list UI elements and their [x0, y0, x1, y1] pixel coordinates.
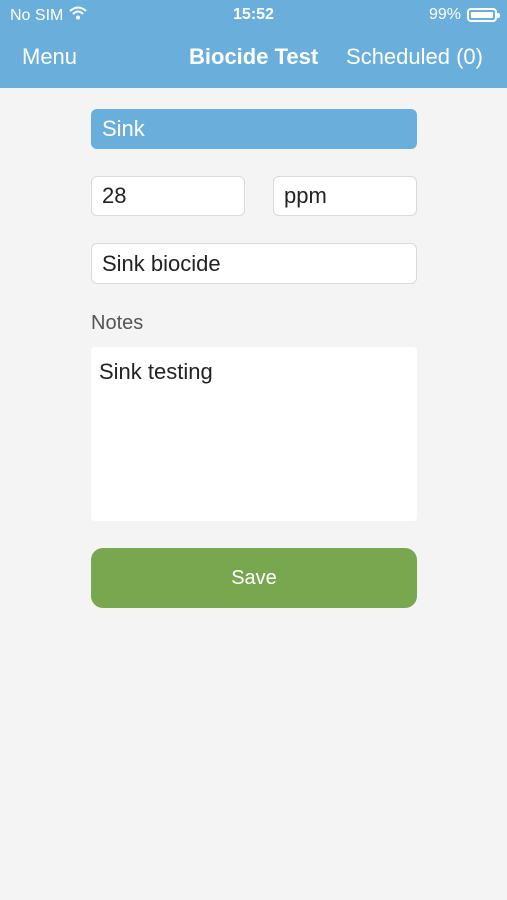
unit-value: ppm: [284, 183, 327, 208]
value-input[interactable]: 28: [91, 176, 245, 216]
notes-text: Sink testing: [99, 359, 213, 384]
status-bar: No SIM 15:52 99%: [0, 0, 507, 30]
location-select[interactable]: Sink: [91, 109, 417, 149]
notes-textarea[interactable]: Sink testing: [91, 347, 417, 521]
save-button[interactable]: Save: [91, 548, 417, 608]
menu-button[interactable]: Menu: [22, 44, 77, 70]
navigation-bar: Menu Biocide Test Scheduled (0): [0, 40, 507, 76]
top-bar: No SIM 15:52 99% Menu Biocide Test Sched…: [0, 0, 507, 88]
notes-label: Notes: [91, 312, 144, 334]
product-text: Sink biocide: [102, 250, 221, 276]
save-label: Save: [231, 566, 277, 589]
battery-status: 99%: [428, 6, 500, 24]
product-input[interactable]: Sink biocide: [91, 243, 417, 284]
battery-icon: [467, 8, 500, 22]
scheduled-button[interactable]: Scheduled (0): [346, 44, 483, 70]
value-text: 28: [102, 183, 127, 208]
unit-select[interactable]: ppm: [273, 176, 417, 216]
battery-percent: 99%: [428, 6, 461, 23]
location-value: Sink: [102, 116, 145, 141]
page-title: Biocide Test: [189, 44, 319, 69]
